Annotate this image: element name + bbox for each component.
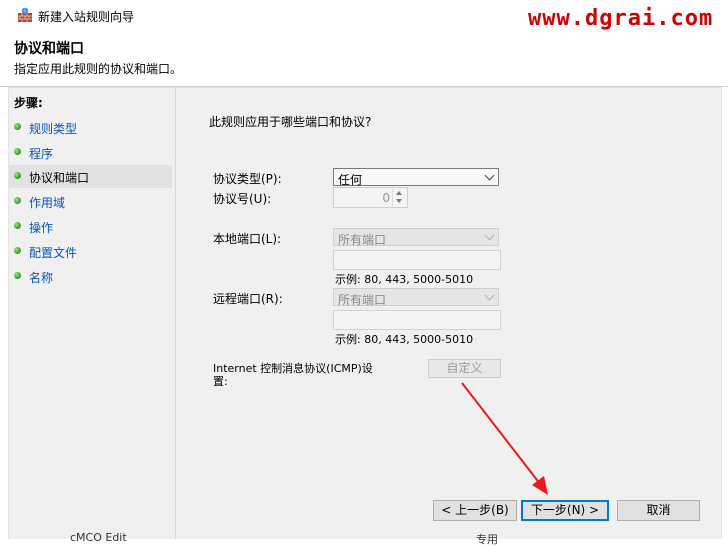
step-protocol-and-ports[interactable]: 协议和端口 — [9, 165, 172, 188]
background-right-text: 专用 — [476, 533, 498, 546]
step-status-icon — [14, 123, 21, 130]
step-label: 作用域 — [29, 196, 66, 210]
protocol-number-label: 协议号(U): — [213, 192, 272, 206]
remote-port-label: 远程端口(R): — [213, 292, 283, 306]
chevron-down-icon — [484, 230, 495, 241]
step-status-icon — [14, 172, 21, 179]
question-text: 此规则应用于哪些端口和协议? — [209, 115, 372, 129]
step-profile[interactable]: 配置文件 — [9, 240, 172, 263]
local-port-select[interactable]: 所有端口 — [333, 228, 499, 247]
protocol-number-value: 0 — [382, 191, 390, 205]
step-label: 程序 — [29, 147, 54, 161]
remote-port-input[interactable] — [333, 310, 501, 330]
step-label: 配置文件 — [29, 246, 78, 260]
step-status-icon — [14, 222, 21, 229]
customize-button[interactable]: 自定义 — [428, 359, 501, 378]
local-port-example: 示例: 80, 443, 5000-5010 — [335, 273, 474, 286]
decrement-icon — [396, 199, 402, 203]
firewall-icon — [18, 7, 32, 22]
protocol-type-value: 任何 — [338, 173, 363, 187]
back-button[interactable]: < 上一步(B) — [433, 500, 517, 521]
increment-icon — [396, 191, 402, 195]
protocol-number-stepper[interactable]: 0 — [333, 187, 408, 208]
step-program[interactable]: 程序 — [9, 141, 172, 164]
step-status-icon — [14, 197, 21, 204]
step-status-icon — [14, 247, 21, 254]
icmp-label-line2: 置: — [213, 375, 228, 388]
window-title: 新建入站规则向导 — [38, 10, 135, 24]
step-label: 协议和端口 — [29, 171, 90, 185]
page-title: 协议和端口 — [14, 41, 84, 57]
step-label: 规则类型 — [29, 122, 78, 136]
step-scope[interactable]: 作用域 — [9, 190, 172, 213]
wizard-body: 步骤: 规则类型 程序 协议和端口 作用域 操作 配置文件 名称 此规则应用于哪… — [8, 87, 722, 541]
page-subtitle: 指定应用此规则的协议和端口。 — [14, 62, 183, 76]
cancel-button[interactable]: 取消 — [617, 500, 700, 521]
step-rule-type[interactable]: 规则类型 — [9, 116, 172, 139]
step-status-icon — [14, 148, 21, 155]
protocol-type-label: 协议类型(P): — [213, 172, 282, 186]
steps-heading: 步骤: — [14, 96, 43, 110]
protocol-type-select[interactable]: 任何 — [333, 168, 499, 187]
remote-port-value: 所有端口 — [338, 293, 387, 307]
watermark-text: www.dgrai.com — [528, 6, 714, 31]
step-name[interactable]: 名称 — [9, 265, 172, 288]
wizard-header: 协议和端口 指定应用此规则的协议和端口。 — [0, 30, 728, 87]
local-port-input[interactable] — [333, 250, 501, 270]
step-action[interactable]: 操作 — [9, 215, 172, 238]
local-port-label: 本地端口(L): — [213, 232, 282, 246]
remote-port-select[interactable]: 所有端口 — [333, 288, 499, 307]
step-status-icon — [14, 272, 21, 279]
icmp-label-line1: Internet 控制消息协议(ICMP)设 — [213, 362, 373, 375]
local-port-value: 所有端口 — [338, 233, 387, 247]
steps-sidebar: 步骤: 规则类型 程序 协议和端口 作用域 操作 配置文件 名称 — [9, 88, 176, 540]
remote-port-example: 示例: 80, 443, 5000-5010 — [335, 333, 474, 346]
step-label: 操作 — [29, 221, 54, 235]
title-bar: 新建入站规则向导 www.dgrai.com — [0, 0, 728, 31]
step-label: 名称 — [29, 271, 54, 285]
chevron-down-icon — [484, 290, 495, 301]
background-left-text: cMCO Edit — [70, 531, 127, 544]
chevron-down-icon — [484, 170, 495, 181]
stepper-arrows[interactable] — [392, 189, 406, 206]
next-button[interactable]: 下一步(N) > — [521, 500, 609, 521]
